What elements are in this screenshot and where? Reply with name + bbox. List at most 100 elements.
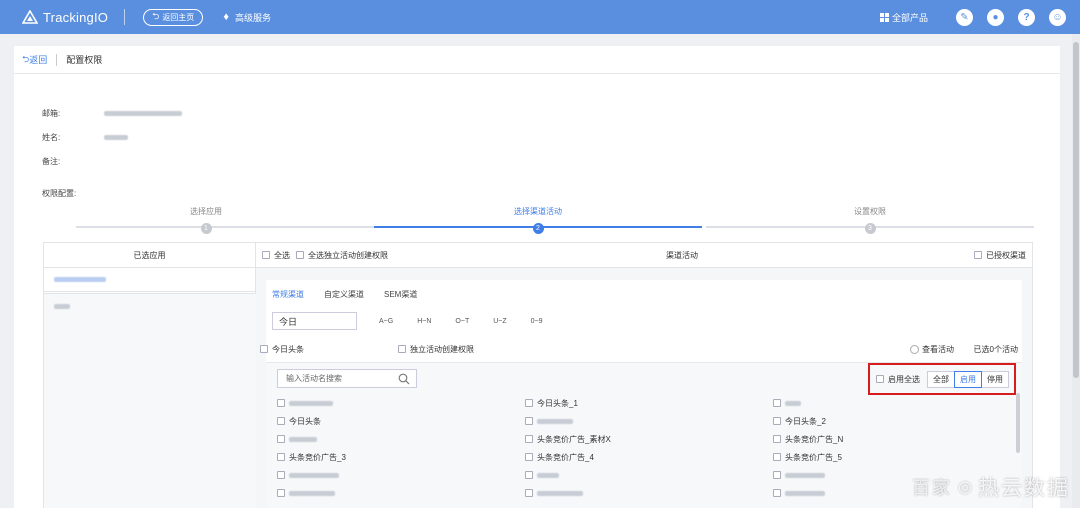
activity-name: 头条竞价广告_5 xyxy=(785,452,842,462)
email-value-redacted xyxy=(104,111,183,117)
activity-item[interactable] xyxy=(525,415,573,427)
activity-name-redacted xyxy=(785,490,825,496)
checkbox-box xyxy=(773,489,781,497)
letter-filter-0-9[interactable]: 0~9 xyxy=(531,318,543,325)
page-scrollbar[interactable] xyxy=(1072,34,1080,508)
breadcrumb: ⮌ 返回 配置权限 xyxy=(14,46,1060,74)
activity-item[interactable]: 头条竞价广告_5 xyxy=(773,451,842,463)
bell-icon[interactable]: ● xyxy=(987,8,1004,26)
step-select-channel[interactable]: 选择渠道活动 2 xyxy=(514,206,562,234)
tab-custom-channel[interactable]: 自定义渠道 xyxy=(324,289,364,300)
permission-config-text: 权限配置: xyxy=(42,189,77,198)
home-button[interactable]: ⮌ 返回主页 xyxy=(143,8,204,26)
app-list-item[interactable] xyxy=(44,294,256,318)
premium-service-link[interactable]: ♦ 高级服务 xyxy=(223,11,271,24)
enable-all-checkbox[interactable]: 启用全选 xyxy=(876,374,920,385)
selected-apps-column: 已选应用 xyxy=(44,243,256,508)
collapse-icon xyxy=(910,344,919,354)
channel-row: 今日头条 独立活动创建权限 查看活动 已选0个活动 xyxy=(260,340,1022,358)
activity-item[interactable] xyxy=(277,469,339,481)
page-scroll-thumb[interactable] xyxy=(1073,42,1079,378)
activity-item[interactable]: 今日头条_1 xyxy=(525,397,578,409)
step-label: 选择应用 xyxy=(190,207,222,216)
watermark-prefix: 百家 xyxy=(912,478,953,498)
filter-all-button[interactable]: 全部 xyxy=(927,370,955,388)
activity-item[interactable]: 头条竞价广告_3 xyxy=(277,451,346,463)
checkbox-box xyxy=(525,471,533,479)
checkbox-box xyxy=(525,435,533,443)
name-row: 姓名: xyxy=(42,132,129,143)
activity-item[interactable]: 头条竞价广告_素材X xyxy=(525,433,611,445)
channel-activity-header: 全选 全选独立活动创建权限 渠道活动 已授权渠道 xyxy=(256,243,1032,268)
watermark: 百家 ◎ 热云数据 xyxy=(912,472,1070,502)
logo[interactable]: TrackingIO xyxy=(22,10,108,25)
user-icon[interactable]: ☺ xyxy=(1049,8,1066,26)
checkbox-box xyxy=(277,417,285,425)
step-select-app[interactable]: 选择应用 1 xyxy=(190,206,222,234)
back-label: 返回 xyxy=(29,55,48,65)
step-label: 设置权限 xyxy=(854,207,886,216)
activity-list-scrollbar[interactable] xyxy=(1016,393,1020,453)
channel-filter-value: 今日 xyxy=(279,316,298,327)
letter-filter-h-n[interactable]: H~N xyxy=(417,318,431,325)
activity-name-redacted xyxy=(537,472,559,478)
channel-tabs: 常规渠道 自定义渠道 SEM渠道 xyxy=(272,289,437,300)
activity-name: 今日头条_2 xyxy=(785,416,826,426)
step-dot: 1 xyxy=(200,223,212,234)
authorized-channel-checkbox[interactable]: 已授权渠道 xyxy=(974,250,1026,261)
select-all-independent-checkbox[interactable]: 全选独立活动创建权限 xyxy=(296,250,388,261)
checkbox-box xyxy=(277,435,285,443)
select-all-checkbox[interactable]: 全选 xyxy=(262,250,290,261)
activity-item[interactable] xyxy=(773,469,825,481)
checkbox-box xyxy=(773,399,781,407)
filter-disabled-button[interactable]: 停用 xyxy=(981,370,1009,388)
permission-panel: 已选应用 全选 全选独立活动创建权限 渠道活动 已授权渠道 常规渠道 自定义渠道… xyxy=(43,242,1033,508)
stepper: 选择应用 1 选择渠道活动 2 设置权限 3 xyxy=(14,206,1060,236)
app-list-item[interactable] xyxy=(44,268,255,292)
tab-sem-channel[interactable]: SEM渠道 xyxy=(384,289,417,300)
search-icon xyxy=(398,373,410,385)
letter-filter-a-g[interactable]: A~G xyxy=(379,318,393,325)
filter-enabled-button[interactable]: 启用 xyxy=(954,370,982,388)
letter-filter-u-z[interactable]: U~Z xyxy=(493,318,506,325)
activity-search-input[interactable]: 输入活动名搜索 xyxy=(277,369,417,388)
independent-perm-label: 独立活动创建权限 xyxy=(410,344,474,354)
activity-item[interactable] xyxy=(525,469,559,481)
activity-list-area: 输入活动名搜索 启用全选 全部 启用 停用 今日头条 头条竞价广告_3 今日头条… xyxy=(266,362,1022,508)
activity-item[interactable]: 头条竞价广告_4 xyxy=(525,451,594,463)
activity-item[interactable] xyxy=(277,487,335,499)
all-products-label: 全部产品 xyxy=(891,12,928,23)
return-icon: ⮌ xyxy=(152,11,160,21)
email-label: 邮箱: xyxy=(42,109,61,118)
activity-item[interactable]: 今日头条 xyxy=(277,415,321,427)
activity-item[interactable] xyxy=(773,487,825,499)
wrench-icon[interactable]: ✎ xyxy=(956,8,973,26)
step-set-permission[interactable]: 设置权限 3 xyxy=(854,206,886,234)
tab-regular-channel[interactable]: 常规渠道 xyxy=(272,289,304,300)
letter-filter-o-t[interactable]: O~T xyxy=(455,318,469,325)
help-icon[interactable]: ? xyxy=(1018,8,1035,26)
independent-perm-checkbox[interactable]: 独立活动创建权限 xyxy=(398,344,474,355)
activity-name-redacted xyxy=(289,490,335,496)
activity-item[interactable]: 头条竞价广告_N xyxy=(773,433,843,445)
status-filter-highlight: 启用全选 全部 启用 停用 xyxy=(868,363,1016,395)
activity-name: 今日头条 xyxy=(289,416,321,426)
view-activities-label: 查看活动 xyxy=(922,344,954,354)
view-activities-toggle[interactable]: 查看活动 xyxy=(910,344,954,355)
channel-filter-input[interactable]: 今日 xyxy=(272,312,357,330)
weibo-icon: ◎ xyxy=(958,479,974,496)
activity-name-redacted xyxy=(289,436,317,442)
activity-item[interactable] xyxy=(277,397,333,409)
channel-checkbox[interactable]: 今日头条 xyxy=(260,344,304,355)
channel-activity-title: 渠道活动 xyxy=(666,250,698,260)
activity-item[interactable] xyxy=(277,433,317,445)
activity-name-redacted xyxy=(785,400,801,406)
activity-item[interactable] xyxy=(773,397,801,409)
selected-count: 已选0个活动 xyxy=(973,344,1018,354)
back-link[interactable]: ⮌ 返回 xyxy=(22,52,47,68)
activity-item[interactable] xyxy=(525,487,583,499)
activity-name-redacted xyxy=(289,472,339,478)
all-products-menu[interactable]: 全部产品 xyxy=(879,11,928,24)
activity-item[interactable]: 今日头条_2 xyxy=(773,415,826,427)
checkbox-box xyxy=(525,489,533,497)
